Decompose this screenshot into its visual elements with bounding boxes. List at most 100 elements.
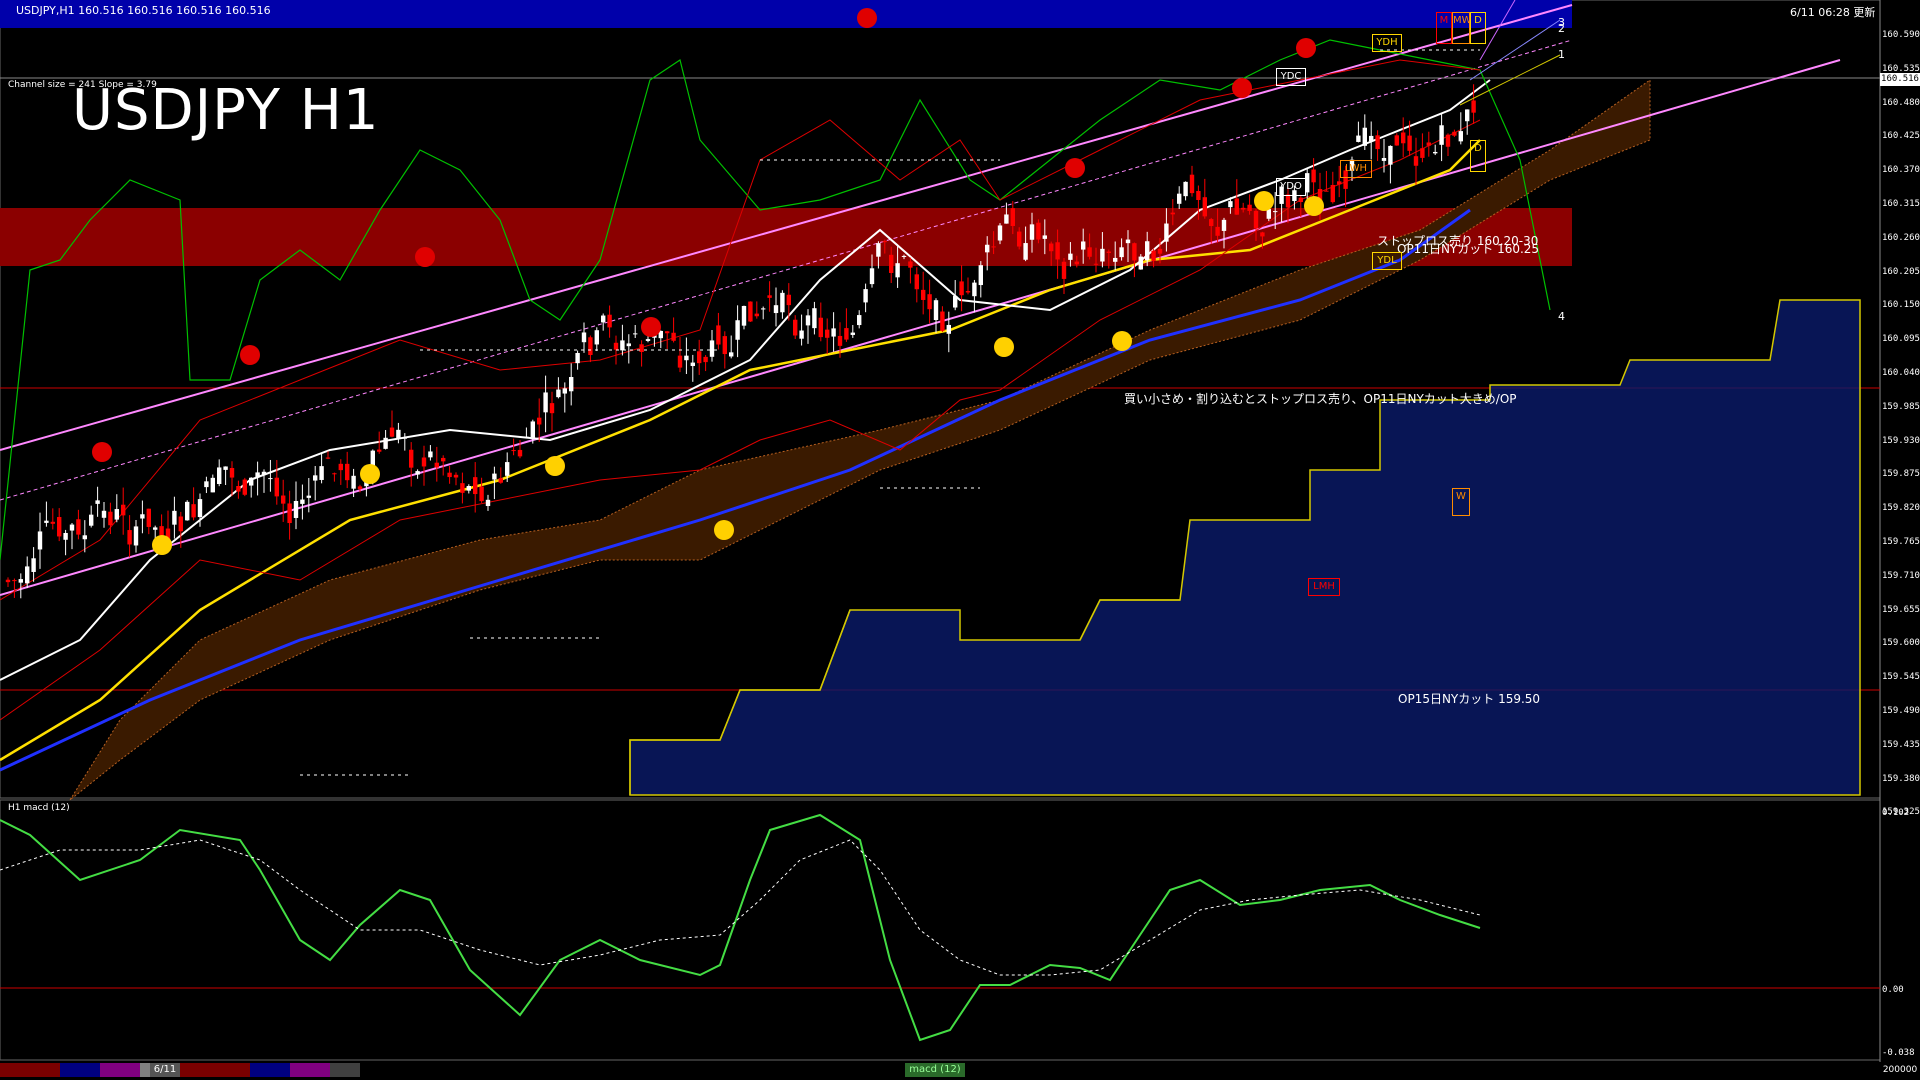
current-price-label: 160.516 bbox=[1880, 73, 1920, 86]
macd-tick-label: 0.102 bbox=[1882, 808, 1910, 818]
tab-color-7[interactable] bbox=[290, 1063, 330, 1077]
candle-body bbox=[709, 340, 715, 357]
tab-color-8[interactable] bbox=[330, 1063, 360, 1077]
price-tick-label: 160.370 bbox=[1882, 165, 1920, 176]
candle-body bbox=[837, 335, 843, 346]
candle-body bbox=[389, 427, 395, 437]
candle-body bbox=[82, 535, 87, 540]
candle-body bbox=[50, 521, 55, 524]
candle-body bbox=[95, 500, 100, 504]
candle-body bbox=[268, 478, 273, 480]
candle-body bbox=[1106, 251, 1111, 253]
candle-body bbox=[63, 532, 68, 540]
price-tick-label: 159.930 bbox=[1882, 435, 1920, 446]
buy-signal-marker bbox=[1254, 191, 1274, 211]
candle-body bbox=[1356, 135, 1361, 142]
candle-body bbox=[293, 500, 299, 518]
candle-body bbox=[300, 499, 305, 504]
candle-body bbox=[831, 328, 836, 337]
candle-body bbox=[1157, 248, 1163, 254]
candle-body bbox=[639, 344, 644, 353]
candle-body bbox=[485, 499, 491, 507]
candle-body bbox=[735, 320, 740, 340]
tab-color-3[interactable] bbox=[100, 1063, 140, 1077]
candle-body bbox=[594, 330, 599, 345]
candle-body bbox=[1170, 212, 1175, 215]
macd-tick-label: 0.00 bbox=[1882, 985, 1904, 995]
chart-title: USDJPY,H1 160.516 160.516 160.516 160.51… bbox=[16, 4, 271, 17]
candle-body bbox=[498, 478, 503, 483]
candle-body bbox=[434, 462, 439, 468]
price-tick-label: 159.655 bbox=[1882, 604, 1920, 615]
candle-body bbox=[626, 343, 631, 347]
candle-body bbox=[1324, 190, 1329, 192]
candle-body bbox=[1369, 135, 1374, 142]
candle-body bbox=[421, 457, 427, 467]
candle-body bbox=[460, 483, 465, 493]
candle-body bbox=[57, 517, 62, 537]
tab-color-6[interactable] bbox=[250, 1063, 290, 1077]
candle-body bbox=[217, 467, 222, 484]
candle-body bbox=[242, 479, 247, 495]
candle-body bbox=[882, 241, 887, 243]
macd-line bbox=[0, 813, 1481, 1042]
candle-body bbox=[1234, 198, 1239, 215]
price-tick-label: 160.040 bbox=[1882, 368, 1920, 378]
candle-body bbox=[677, 355, 683, 368]
candle-body bbox=[722, 336, 727, 355]
candle-body bbox=[377, 449, 382, 452]
candle-body bbox=[1330, 184, 1335, 203]
candle-body bbox=[1087, 247, 1092, 257]
price-tick-label: 160.480 bbox=[1882, 97, 1920, 108]
candle-body bbox=[1311, 169, 1316, 183]
candle-body bbox=[901, 255, 907, 257]
candle-body bbox=[1215, 226, 1220, 236]
candle-body bbox=[428, 451, 433, 458]
candle-body bbox=[978, 265, 983, 286]
candle-body bbox=[1401, 132, 1406, 144]
candle-body bbox=[287, 503, 292, 524]
candle-body bbox=[1023, 243, 1028, 260]
date-tab[interactable]: 6/11 bbox=[150, 1063, 180, 1077]
candle-body bbox=[716, 325, 721, 345]
buy-signal-marker bbox=[545, 456, 565, 476]
candle-body bbox=[1042, 235, 1047, 239]
candle-body bbox=[1381, 157, 1387, 161]
candle-body bbox=[1228, 201, 1233, 208]
candle-body bbox=[479, 486, 484, 502]
candle-body bbox=[338, 463, 343, 471]
macd-tab[interactable]: macd (12) bbox=[905, 1063, 965, 1077]
candle-body bbox=[844, 328, 849, 340]
tab-color-5[interactable] bbox=[180, 1063, 250, 1077]
candle-body bbox=[1433, 151, 1438, 154]
tab-color-2[interactable] bbox=[60, 1063, 100, 1077]
price-tick-label: 159.875 bbox=[1882, 469, 1920, 480]
price-tick-label: 159.435 bbox=[1882, 739, 1920, 750]
candle-body bbox=[345, 463, 350, 481]
candle-body bbox=[31, 558, 36, 572]
candle-body bbox=[748, 301, 753, 322]
candle-body bbox=[921, 289, 926, 300]
candle-body bbox=[172, 510, 177, 525]
candle-body bbox=[396, 429, 401, 439]
candle-body bbox=[1145, 241, 1150, 261]
candle-body bbox=[530, 421, 535, 438]
candle-body bbox=[1273, 211, 1278, 213]
lwh-label: LWH bbox=[1340, 160, 1372, 178]
candle-body bbox=[703, 356, 708, 363]
d-label: D bbox=[1470, 140, 1486, 172]
bottom-right-value: 200000 bbox=[1880, 1063, 1920, 1077]
price-chart-canvas[interactable] bbox=[0, 0, 1920, 1080]
candle-body bbox=[101, 510, 107, 518]
candle-body bbox=[1420, 148, 1425, 158]
projection-line-1 bbox=[1459, 54, 1561, 106]
candle-body bbox=[773, 305, 779, 314]
candle-body bbox=[1298, 197, 1303, 203]
candle-body bbox=[524, 436, 529, 438]
price-tick-label: 160.315 bbox=[1882, 199, 1920, 209]
candle-body bbox=[537, 417, 542, 425]
candle-body bbox=[1241, 207, 1246, 210]
macd-tick-label: -0.038 bbox=[1882, 1048, 1915, 1058]
tab-color-1[interactable] bbox=[0, 1063, 60, 1077]
price-tick-label: 160.205 bbox=[1882, 266, 1920, 277]
